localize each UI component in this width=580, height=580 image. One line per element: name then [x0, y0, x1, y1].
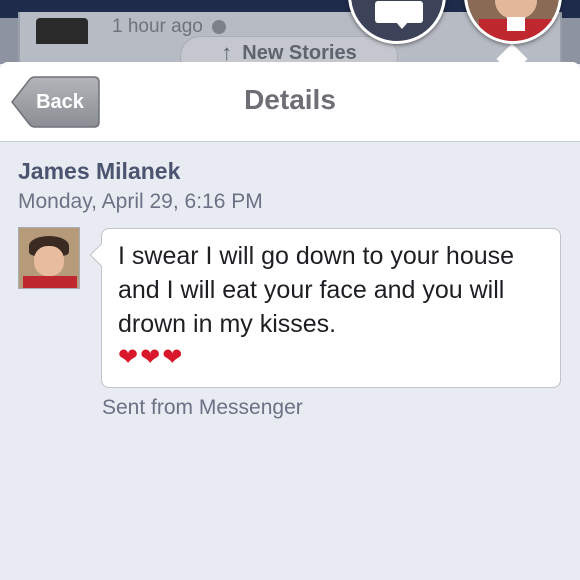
message-text: I swear I will go down to your house and… [118, 242, 515, 338]
navigation-bar: Back Details [0, 62, 580, 142]
sent-from-label: Sent from Messenger [102, 396, 303, 419]
feed-time-text: 1 hour ago [112, 16, 203, 37]
sender-name[interactable]: James Milanek [18, 158, 180, 185]
message-bubble-icon [375, 1, 423, 29]
profile-collar [507, 17, 525, 31]
globe-icon [212, 19, 227, 34]
avatar[interactable] [18, 227, 80, 289]
message-details-panel: Back Details James Milanek Monday, April… [0, 62, 580, 580]
new-stories-button[interactable]: ↑ New Stories [180, 36, 398, 64]
feed-story-thumbnail [36, 18, 88, 44]
message-timestamp: Monday, April 29, 6:16 PM [18, 190, 263, 213]
message-bubble[interactable]: I swear I will go down to your house and… [89, 228, 561, 388]
avatar-shirt [23, 276, 77, 288]
feed-story-time: 1 hour ago [112, 16, 227, 38]
heart-icon: ❤❤❤ [118, 344, 185, 371]
profile-chat-head[interactable] [464, 0, 562, 44]
avatar-face [34, 246, 64, 276]
arrow-up-icon: ↑ [221, 40, 233, 64]
message-bubble-tail [89, 243, 113, 267]
new-stories-label: New Stories [242, 41, 357, 64]
page-title: Details [244, 84, 336, 115]
